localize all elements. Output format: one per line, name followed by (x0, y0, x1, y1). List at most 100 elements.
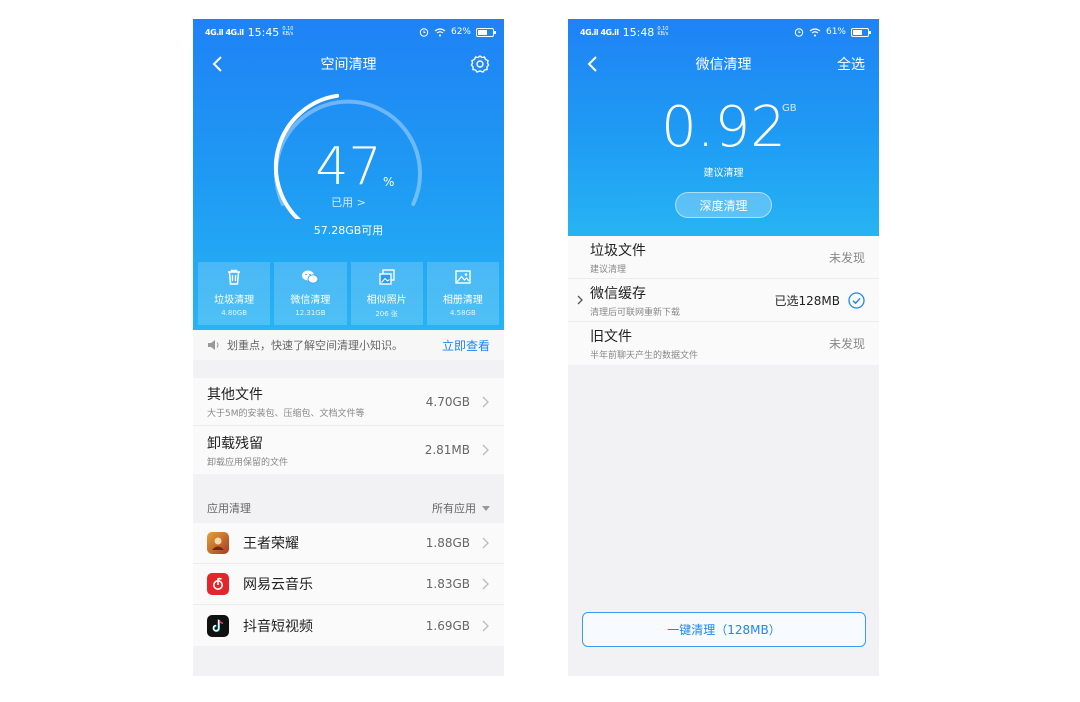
page-title: 微信清理 (695, 57, 752, 73)
network-speed: 0.10 KB/s (282, 26, 294, 37)
battery-percent: 62% (450, 27, 471, 37)
game-app-icon (207, 532, 229, 554)
storage-cleanup-screen: 4G.il 4G.il 15:45 0.10 KB/s 62% 空间清理 47 … (193, 19, 504, 676)
status-time: 15:45 (247, 25, 280, 39)
battery-icon (851, 27, 871, 37)
nav-bar: 空间清理 (193, 49, 504, 79)
list-item-wechat-cache[interactable]: 微信缓存 清理后可联网重新下载 已选128MB (568, 279, 879, 322)
status-bar: 4G.il 4G.il 15:48 0.10 KB/s 61% (580, 23, 871, 41)
nav-bar: 微信清理 全选 (568, 49, 879, 79)
tile-label: 垃圾清理 (214, 295, 255, 306)
row-status: 未发现 (828, 250, 865, 265)
signal-icon: 4G.il 4G.il (205, 27, 244, 37)
chevron-right-icon (482, 578, 489, 590)
chevron-right-icon (482, 620, 489, 631)
list-item-old-files[interactable]: 旧文件 半年前聊天产生的数据文件 未发现 (568, 322, 879, 365)
back-arrow-icon[interactable] (209, 55, 227, 73)
cleanable-size-unit: GB (782, 103, 797, 114)
deep-clean-button[interactable]: 深度清理 (675, 192, 772, 218)
app-name: 王者荣耀 (243, 536, 299, 552)
list-item-app[interactable]: 网易云音乐 1.83GB (193, 564, 504, 605)
app-name: 网易云音乐 (243, 577, 313, 593)
list-item-uninstall-residue[interactable]: 卸载残留 卸载应用保留的文件 2.81MB (193, 426, 504, 474)
wechat-items: 垃圾文件 建议清理 未发现 微信缓存 清理后可联网重新下载 已选128MB 旧文… (568, 236, 879, 365)
alarm-icon (794, 28, 804, 37)
app-size: 1.88GB (425, 536, 470, 550)
wechat-icon (302, 270, 319, 284)
tile-album-cleanup[interactable]: 相册清理 4.58GB (426, 262, 499, 325)
app-name: 抖音短视频 (243, 618, 313, 635)
row-status: 未发现 (828, 337, 865, 351)
battery-percent: 61% (825, 27, 846, 37)
tile-label: 相似照片 (366, 295, 407, 306)
gear-icon[interactable] (470, 54, 490, 74)
wifi-icon (434, 27, 446, 36)
section-title: 应用清理 (207, 502, 251, 515)
app-list: 王者荣耀 1.88GB 网易云音乐 1.83GB 抖音短视频 1.69GB (193, 523, 504, 646)
speaker-icon (208, 340, 219, 350)
network-speed: 0.10 KB/s (657, 26, 669, 37)
tip-text: 划重点，快速了解空间清理小知识。 (227, 339, 403, 352)
row-subtitle: 卸载应用保留的文件 (207, 457, 289, 468)
app-size: 1.69GB (425, 618, 470, 633)
page-title: 空间清理 (320, 57, 377, 73)
photos-icon (378, 269, 395, 285)
dropdown-caret-icon (482, 505, 490, 511)
cleanup-shortcuts: 垃圾清理 4.80GB 微信清理 12.31GB 相似照片 206 张 相册清理… (198, 262, 499, 325)
tile-wechat-cleanup[interactable]: 微信清理 12.31GB (274, 262, 347, 325)
row-size: 2.81MB (424, 443, 470, 457)
tile-size: 4.58GB (449, 309, 476, 317)
app-filter-dropdown[interactable]: 所有应用 (432, 500, 490, 516)
header-panel: 4G.il 4G.il 15:48 0.10 KB/s 61% 微信清理 全选 … (568, 19, 879, 236)
row-subtitle: 半年前聊天产生的数据文件 (590, 351, 699, 361)
used-label-link[interactable]: 已用 > (193, 194, 504, 210)
video-app-icon (207, 614, 229, 637)
list-item-junk-files[interactable]: 垃圾文件 建议清理 未发现 (568, 236, 879, 279)
wechat-cleanup-screen: 4G.il 4G.il 15:48 0.10 KB/s 61% 微信清理 全选 … (568, 19, 879, 676)
list-item-app[interactable]: 王者荣耀 1.88GB (193, 523, 504, 564)
app-cleanup-header: 应用清理 所有应用 (193, 493, 504, 523)
signal-icon: 4G.il 4G.il (580, 27, 619, 37)
suggest-label: 建议清理 (703, 168, 744, 179)
tile-size: 4.80GB (221, 309, 248, 317)
percent-unit: % (383, 175, 395, 189)
file-categories: 其他文件 大于5M的安装包、压缩包、文档文件等 4.70GB 卸载残留 卸载应用… (193, 378, 504, 474)
check-circle-icon[interactable] (848, 291, 865, 309)
tile-label: 相册清理 (442, 295, 483, 306)
tip-view-now-link[interactable]: 立即查看 (442, 337, 490, 354)
tile-label: 微信清理 (290, 295, 331, 306)
list-item-app[interactable]: 抖音短视频 1.69GB (193, 605, 504, 646)
alarm-icon (419, 28, 429, 37)
battery-icon (476, 27, 496, 37)
tile-junk-cleanup[interactable]: 垃圾清理 4.80GB (198, 262, 271, 325)
wifi-icon (809, 27, 821, 36)
app-size: 1.83GB (425, 577, 470, 591)
row-subtitle: 大于5M的安装包、压缩包、文档文件等 (207, 409, 365, 419)
back-arrow-icon[interactable] (584, 55, 602, 73)
row-status: 已选128MB (774, 293, 841, 308)
tile-similar-photos[interactable]: 相似照片 206 张 (350, 262, 423, 325)
row-title: 微信缓存 (590, 285, 646, 302)
tile-size: 206 张 (375, 310, 398, 318)
row-title: 旧文件 (590, 329, 632, 345)
row-subtitle: 建议清理 (590, 264, 627, 275)
list-item-other-files[interactable]: 其他文件 大于5M的安装包、压缩包、文档文件等 4.70GB (193, 378, 504, 426)
chevron-right-icon (482, 537, 489, 549)
row-size: 4.70GB (425, 394, 470, 409)
album-icon (455, 270, 471, 284)
used-percent-value: 47 (315, 137, 382, 197)
header-panel: 4G.il 4G.il 15:45 0.10 KB/s 62% 空间清理 47 … (193, 19, 504, 330)
tip-banner: 划重点，快速了解空间清理小知识。 立即查看 (193, 330, 504, 360)
expand-chevron-icon[interactable] (576, 294, 584, 306)
cleanable-size-value: 0.92 (661, 95, 786, 160)
row-title: 卸载残留 (207, 435, 263, 452)
trash-icon (228, 269, 241, 285)
chevron-right-icon (482, 444, 489, 456)
tile-size: 12.31GB (295, 309, 326, 317)
select-all-button[interactable]: 全选 (837, 54, 865, 74)
chevron-right-icon (482, 396, 489, 407)
one-tap-clean-button[interactable]: 一键清理（128MB） (582, 612, 866, 647)
row-title: 垃圾文件 (590, 242, 646, 259)
row-title: 其他文件 (207, 387, 263, 403)
row-subtitle: 清理后可联网重新下载 (590, 307, 681, 318)
